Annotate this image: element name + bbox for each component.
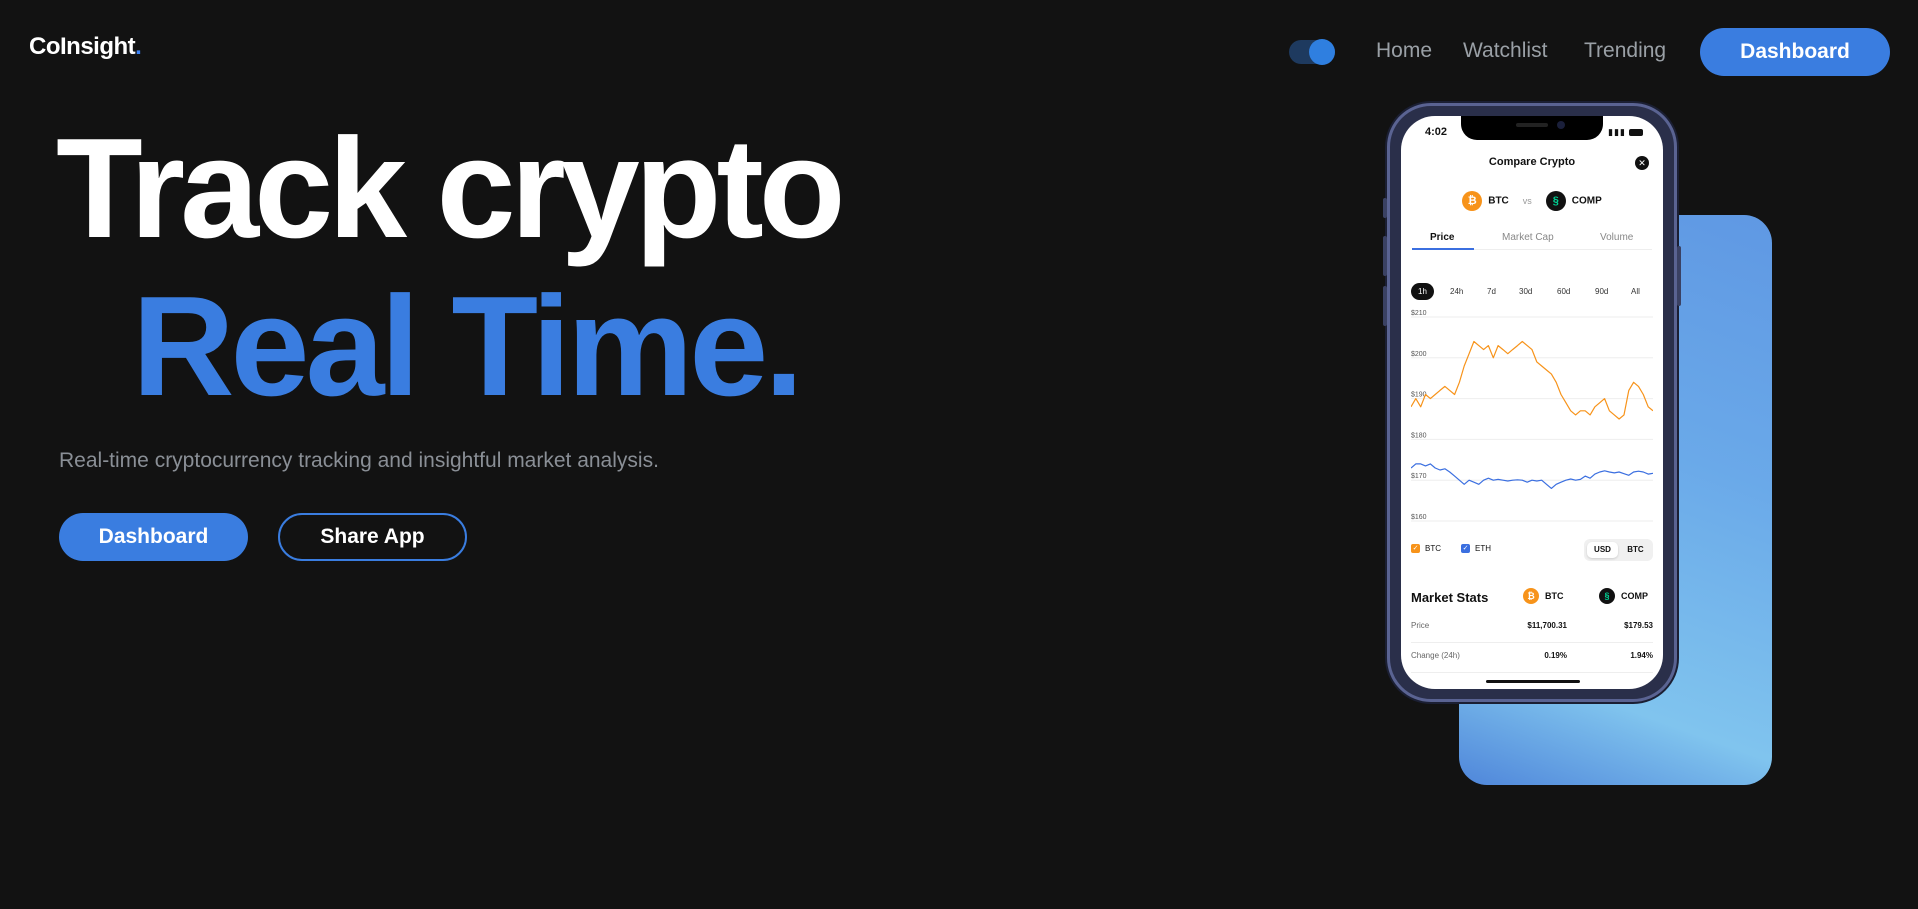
close-icon[interactable]: ✕ — [1635, 156, 1649, 170]
market-stats-coin-a: ₿ BTC — [1523, 588, 1564, 604]
range-all[interactable]: All — [1624, 283, 1647, 300]
phone-mockup: 4:02 ▮▮▮ Compare Crypto ✕ ₿ BTC vs § COMP … — [1383, 103, 1681, 702]
y-tick-label: $180 — [1411, 432, 1427, 439]
phone-notch — [1461, 116, 1603, 140]
currency-btc[interactable]: BTC — [1620, 542, 1651, 558]
market-stats-coin-b: § COMP — [1599, 588, 1648, 604]
stats-value-b: $179.53 — [1624, 621, 1653, 630]
nav-home-link[interactable]: Home — [1376, 39, 1432, 63]
market-stats-coin-b-label: COMP — [1621, 591, 1648, 601]
nav-watchlist-link[interactable]: Watchlist — [1463, 39, 1547, 63]
legend-eth[interactable]: ✓ ETH — [1461, 544, 1491, 553]
y-tick-label: $160 — [1411, 514, 1427, 521]
range-1h[interactable]: 1h — [1411, 283, 1434, 300]
legend-btc-label: BTC — [1425, 544, 1441, 553]
stats-row: Price $11,700.31 $179.53 — [1411, 613, 1653, 643]
phone-side-button — [1383, 286, 1387, 326]
y-tick-label: $210 — [1411, 310, 1427, 317]
compound-icon: § — [1545, 191, 1566, 211]
bitcoin-icon: ₿ — [1462, 191, 1483, 211]
range-30d[interactable]: 30d — [1512, 283, 1539, 300]
phone-screen: 4:02 ▮▮▮ Compare Crypto ✕ ₿ BTC vs § COMP … — [1401, 116, 1663, 689]
signal-icon: ▮▮▮ — [1608, 127, 1626, 137]
y-tick-label: $170 — [1411, 473, 1427, 480]
nav-trending-link[interactable]: Trending — [1584, 39, 1666, 63]
legend-eth-label: ETH — [1475, 544, 1491, 553]
series-line-eth — [1411, 463, 1653, 489]
screen-title: Compare Crypto — [1488, 156, 1576, 168]
currency-toggle: USD BTC — [1584, 539, 1653, 561]
status-icons: ▮▮▮ — [1608, 127, 1643, 138]
nav-dashboard-button[interactable]: Dashboard — [1700, 28, 1890, 76]
checkbox-icon: ✓ — [1461, 544, 1470, 553]
coin-b-label: COMP — [1571, 195, 1602, 207]
coin-b[interactable]: § COMP — [1545, 191, 1602, 211]
range-7d[interactable]: 7d — [1480, 283, 1503, 300]
currency-usd[interactable]: USD — [1587, 542, 1618, 558]
legend-btc[interactable]: ✓ BTC — [1411, 544, 1441, 553]
battery-icon — [1629, 129, 1643, 137]
hero-title-line1: Track crypto — [56, 109, 846, 268]
stats-row: Change (24h) 0.19% 1.94% — [1411, 643, 1653, 673]
y-tick-label: $200 — [1411, 351, 1427, 358]
series-line-btc — [1411, 340, 1653, 420]
theme-toggle[interactable] — [1289, 39, 1335, 65]
coin-a[interactable]: ₿ BTC — [1462, 191, 1509, 211]
tab-price[interactable]: Price — [1430, 232, 1454, 243]
tab-market-cap[interactable]: Market Cap — [1502, 232, 1554, 243]
stats-label: Change (24h) — [1411, 651, 1460, 660]
hero-dashboard-button[interactable]: Dashboard — [59, 513, 248, 561]
logo-text: CoInsight — [29, 33, 136, 60]
vs-label: vs — [1522, 196, 1532, 206]
stats-value-a: 0.19% — [1544, 651, 1567, 660]
price-chart: $210$200$190$180$170$160 — [1411, 310, 1653, 522]
status-time: 4:02 — [1425, 126, 1448, 138]
compare-coins: ₿ BTC vs § COMP — [1401, 191, 1663, 211]
phone-side-button — [1383, 236, 1387, 276]
market-stats-title: Market Stats — [1411, 590, 1489, 605]
share-app-button[interactable]: Share App — [278, 513, 467, 561]
tab-underline — [1412, 248, 1474, 250]
speaker — [1516, 123, 1548, 127]
home-indicator — [1486, 680, 1580, 683]
hero-title-line2: Real Time. — [132, 267, 804, 426]
camera-icon — [1557, 121, 1565, 129]
checkbox-icon: ✓ — [1411, 544, 1420, 553]
tab-volume[interactable]: Volume — [1600, 232, 1633, 243]
hero-subtitle: Real-time cryptocurrency tracking and in… — [59, 449, 659, 472]
stats-value-b: 1.94% — [1630, 651, 1653, 660]
range-24h[interactable]: 24h — [1443, 283, 1470, 300]
range-90d[interactable]: 90d — [1588, 283, 1615, 300]
range-60d[interactable]: 60d — [1550, 283, 1577, 300]
toggle-knob — [1309, 39, 1335, 65]
bitcoin-icon: ₿ — [1523, 588, 1539, 604]
logo-dot: . — [135, 33, 142, 60]
phone-side-button — [1383, 198, 1387, 218]
stats-label: Price — [1411, 621, 1430, 630]
metric-tabs: Price Market Cap Volume — [1412, 228, 1652, 250]
coin-a-label: BTC — [1488, 195, 1509, 207]
stats-value-a: $11,700.31 — [1527, 621, 1567, 630]
logo[interactable]: CoInsight. — [29, 33, 142, 61]
phone-side-button — [1677, 246, 1681, 306]
market-stats-coin-a-label: BTC — [1545, 591, 1564, 601]
compound-icon: § — [1599, 588, 1615, 604]
